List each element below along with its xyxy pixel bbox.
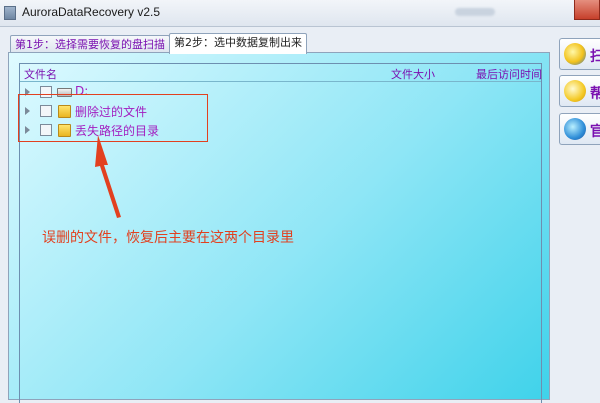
side-button-help[interactable]: 帮 <box>559 75 600 107</box>
close-button[interactable] <box>574 0 600 20</box>
annotation-text: 误删的文件，恢复后主要在这两个目录里 <box>42 230 294 246</box>
title-bar: AuroraDataRecovery v2.5 <box>0 0 600 27</box>
window-title: AuroraDataRecovery v2.5 <box>22 5 161 19</box>
globe-icon <box>564 118 586 140</box>
side-button-scan[interactable]: 扫 <box>559 38 600 70</box>
chat-icon <box>564 80 586 102</box>
side-button-label: 帮 <box>590 83 600 103</box>
side-button-site[interactable]: 官 <box>559 113 600 145</box>
column-header-last-access[interactable]: 最后访问时间 <box>476 66 542 82</box>
side-button-label: 扫 <box>590 46 600 66</box>
blurred-title-area <box>455 8 495 16</box>
tab-step2[interactable]: 第2步：选中数据复制出来 <box>169 33 307 54</box>
annotation-arrow <box>95 135 121 218</box>
tab-step1[interactable]: 第1步：选择需要恢复的盘扫描 <box>10 35 170 53</box>
column-header-name[interactable]: 文件名 <box>24 66 57 82</box>
column-header-size[interactable]: 文件大小 <box>391 66 435 82</box>
app-icon <box>4 6 16 20</box>
magnifier-icon <box>564 43 586 65</box>
side-button-label: 官 <box>590 121 600 141</box>
list-header: 文件名 文件大小 最后访问时间 <box>20 64 542 82</box>
